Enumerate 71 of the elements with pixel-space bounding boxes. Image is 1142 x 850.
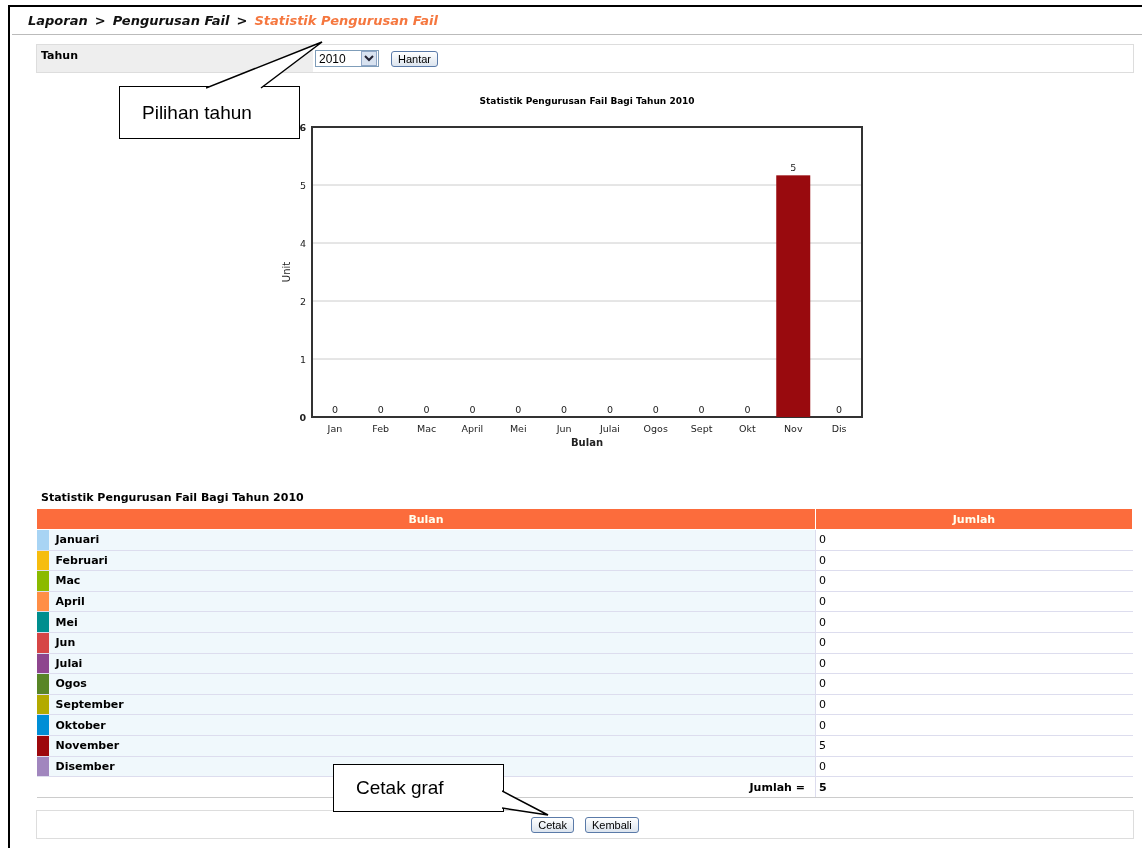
table-cell: November	[48, 735, 816, 757]
chart-title: Statistik Pengurusan Fail Bagi Tahun 2010	[479, 96, 695, 106]
data-label: 0	[561, 404, 568, 415]
data-label: 0	[836, 404, 843, 415]
table-cell: 5	[815, 735, 1133, 757]
y-axis-label: Unit	[281, 261, 292, 283]
table-cell: 0	[815, 632, 1133, 654]
breadcrumb-item: Statistik Pengurusan Fail	[254, 13, 438, 28]
table-cell: 0	[815, 653, 1133, 674]
table-cell: Februari	[48, 550, 816, 571]
table-cell: 0	[815, 529, 1133, 551]
data-label: 0	[698, 404, 705, 415]
x-tick-label: Nov	[784, 423, 803, 434]
table-cell: 0	[815, 694, 1133, 715]
table-cell: 0	[815, 714, 1133, 736]
x-tick-label: Sept	[690, 423, 713, 434]
x-tick-label: Feb	[372, 423, 390, 434]
table-cell: 0	[815, 756, 1133, 777]
x-tick-label: Mac	[416, 423, 437, 434]
breadcrumb-item[interactable]: Laporan	[28, 13, 88, 28]
total-value: 5	[815, 776, 1133, 798]
data-label: 0	[423, 404, 430, 415]
x-tick-label: April	[461, 423, 484, 434]
table-cell: April	[48, 591, 816, 612]
table-cell: Mac	[48, 570, 816, 592]
data-label: 0	[652, 404, 659, 415]
data-label: 0	[331, 404, 338, 415]
data-label: 0	[744, 404, 751, 415]
year-dropdown[interactable]: 2010	[315, 50, 379, 67]
x-tick-label: Okt	[739, 423, 756, 434]
table-cell: September	[48, 694, 816, 715]
back-button[interactable]: Kembali	[585, 816, 639, 833]
table-cell: Mei	[48, 611, 816, 633]
x-tick-label: Julai	[599, 423, 620, 434]
table-cell: 0	[815, 570, 1133, 592]
y-tick-label: 1	[299, 354, 306, 365]
y-tick-label: 6	[299, 122, 306, 133]
column-header: Jumlah	[815, 508, 1133, 530]
x-tick-label: Jun	[556, 423, 572, 434]
data-label: 5	[790, 162, 797, 174]
y-tick-label: 4	[299, 238, 306, 249]
submit-button[interactable]: Hantar	[391, 50, 439, 67]
data-label: 0	[469, 404, 476, 415]
table-title: Statistik Pengurusan Fail Bagi Tahun 2010	[41, 491, 305, 504]
table-cell: Januari	[48, 529, 816, 551]
table-cell: Julai	[48, 653, 816, 674]
table-cell: 0	[815, 591, 1133, 612]
table-cell: Jun	[48, 632, 816, 654]
data-label: 0	[606, 404, 613, 415]
table-cell: Oktober	[48, 714, 816, 736]
table-cell: 0	[815, 550, 1133, 571]
table-cell: 0	[815, 611, 1133, 633]
y-tick-label: 5	[299, 180, 306, 191]
data-label: 0	[515, 404, 522, 415]
year-label: Tahun	[37, 45, 313, 72]
breadcrumb-separator: >	[94, 13, 106, 28]
table-cell: 0	[815, 673, 1133, 695]
y-tick-label: 0	[299, 412, 306, 423]
table-cell: Ogos	[48, 673, 816, 695]
x-tick-label: Ogos	[643, 423, 668, 434]
x-axis-label: Bulan	[571, 437, 603, 448]
column-header: Bulan	[36, 508, 816, 530]
breadcrumb-item[interactable]: Pengurusan Fail	[112, 13, 230, 28]
x-tick-label: Dis	[831, 423, 847, 434]
y-tick-label: 2	[299, 296, 306, 307]
breadcrumb-separator: >	[236, 13, 248, 28]
x-tick-label: Jan	[327, 423, 343, 434]
data-label: 0	[377, 404, 384, 415]
x-tick-label: Mei	[509, 423, 527, 434]
print-button[interactable]: Cetak	[531, 816, 574, 833]
callout-pointer	[502, 790, 550, 816]
